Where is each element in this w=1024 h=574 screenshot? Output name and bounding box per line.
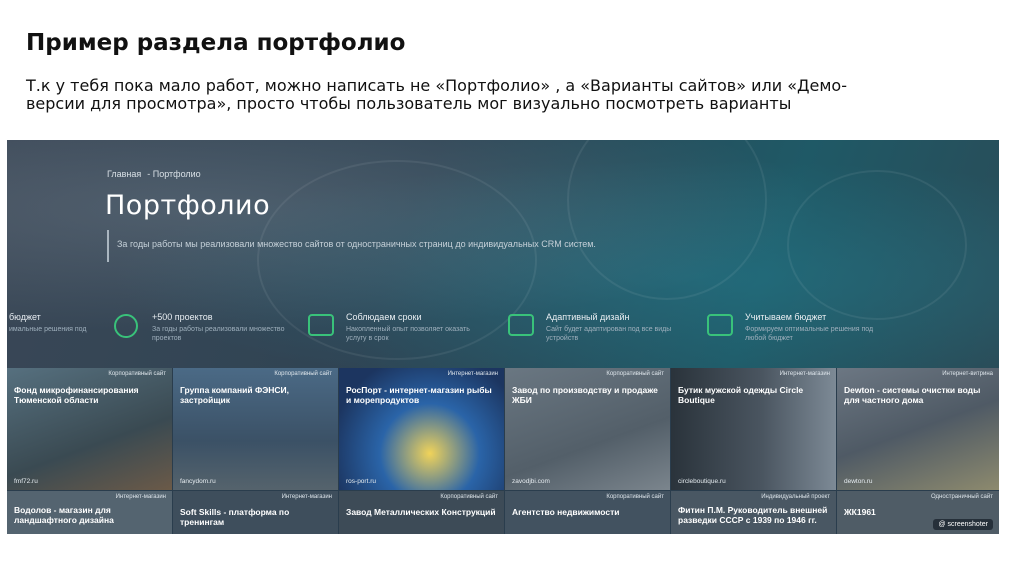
card-url: circleboutique.ru [678,478,726,485]
card-title: ЖК1961 [844,507,876,517]
hero-subtitle: За годы работы мы реализовали множество … [117,239,596,249]
card-url: fmf72.ru [14,478,38,485]
card-url: ros-port.ru [346,478,376,485]
card-tag: Корпоративный сайт [440,494,498,500]
portfolio-card[interactable]: Интернет-магазин РосПорт - интернет-мага… [339,368,504,490]
card-tag: Интернет-магазин [281,494,332,500]
card-title: Бутик мужской одежды Circle Boutique [678,385,804,405]
slide-title: Пример раздела портфолио [26,30,406,56]
portfolio-card[interactable]: Интернет-магазин Водолов - магазин для л… [7,491,172,534]
card-url: dewton.ru [844,478,873,485]
hero-divider [107,230,109,262]
feature-text: Накопленный опыт позволяет оказать услуг… [346,326,470,342]
portfolio-card[interactable]: Корпоративный сайт Фонд микрофинансирова… [7,368,172,490]
card-tag: Интернет-магазин [115,494,166,500]
feature-title: Соблюдаем сроки [346,312,422,322]
breadcrumb-home[interactable]: Главная [107,169,141,179]
feature-title: бюджет [9,312,41,322]
hero-section: Главная - Портфолио Портфолио За годы раб… [7,140,999,368]
card-tag: Корпоративный сайт [108,371,166,377]
breadcrumb-current: - Портфолио [147,169,201,179]
slide-description: Т.к у тебя пока мало работ, можно написа… [26,76,847,113]
feature-title: Адаптивный дизайн [546,312,630,322]
screenshoter-watermark: @ screenshoter [933,519,993,530]
card-title: РосПорт - интернет-магазин рыбы и морепр… [346,385,492,405]
card-title: Фонд микрофинансирования Тюменской облас… [14,385,139,405]
breadcrumb: Главная - Портфолио [107,169,207,179]
card-title: Завод Металлических Конструкций [346,507,496,517]
calendar-icon [308,314,334,336]
card-title: Водолов - магазин для ландшафтного дизай… [14,505,114,525]
globe-icon [114,314,138,338]
background-shape [787,170,967,320]
card-tag: Интернет-витрина [942,371,993,377]
card-tag: Корпоративный сайт [606,494,664,500]
feature-title: Учитываем бюджет [745,312,827,322]
card-title: Фитин П.М. Руководитель внешней разведки… [678,505,828,525]
portfolio-card[interactable]: Интернет-магазин Бутик мужской одежды Ci… [671,368,836,490]
card-tag: Интернет-магазин [779,371,830,377]
feature-text: Формируем оптимальные решения под любой … [745,326,874,342]
card-title: Dewton - системы очистки воды для частно… [844,385,981,405]
card-title: Группа компаний ФЭНСИ, застройщик [180,385,290,405]
portfolio-card[interactable]: Корпоративный сайт Агентство недвижимост… [505,491,670,534]
portfolio-card[interactable]: Интернет-магазин Soft Skills - платформа… [173,491,338,534]
portfolio-card[interactable]: Корпоративный сайт Завод Металлических К… [339,491,504,534]
card-url: fancydom.ru [180,478,216,485]
card-title: Агентство недвижимости [512,507,620,517]
website-screenshot: Главная - Портфолио Портфолио За годы раб… [7,140,999,534]
feature-text: Сайт будет адаптирован под все виды устр… [546,326,672,342]
briefcase-icon [707,314,733,336]
card-title: Soft Skills - платформа по тренингам [180,507,290,527]
portfolio-card[interactable]: Корпоративный сайт Группа компаний ФЭНСИ… [173,368,338,490]
portfolio-card[interactable]: Корпоративный сайт Завод по производству… [505,368,670,490]
card-title: Завод по производству и продаже ЖБИ [512,385,658,405]
card-tag: Интернет-магазин [447,371,498,377]
card-tag: Корпоративный сайт [606,371,664,377]
portfolio-card[interactable]: Индивидуальный проект Фитин П.М. Руковод… [671,491,836,534]
page-title: Портфолио [105,190,271,221]
portfolio-card[interactable]: Интернет-витрина Dewton - системы очистк… [837,368,999,490]
devices-icon [508,314,534,336]
card-tag: Индивидуальный проект [761,494,830,500]
background-shape [567,140,767,300]
feature-title: +500 проектов [152,312,213,322]
feature-text: За годы работы реализовали множество про… [152,326,285,342]
card-tag: Одностраничный сайт [931,494,993,500]
card-url: zavodjbi.com [512,478,550,485]
portfolio-grid: Корпоративный сайт Фонд микрофинансирова… [7,368,999,534]
card-tag: Корпоративный сайт [274,371,332,377]
